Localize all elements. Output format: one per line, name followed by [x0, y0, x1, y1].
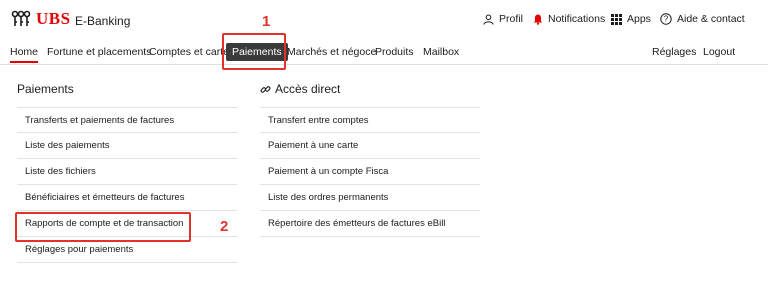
paiements-item-beneficiaires[interactable]: Bénéficiaires et émetteurs de factures — [17, 185, 237, 211]
aide-contact-label: Aide & contact — [677, 13, 745, 25]
main-nav: Home Fortune et placements Comptes et ca… — [0, 42, 768, 65]
svg-text:?: ? — [664, 15, 669, 24]
notifications-label: Notifications — [548, 13, 606, 25]
person-icon — [483, 14, 494, 25]
nav-fortune-placements[interactable]: Fortune et placements — [47, 46, 151, 58]
acces-item-paiement-fisca[interactable]: Paiement à un compte Fisca — [260, 159, 480, 185]
nav-mailbox[interactable]: Mailbox — [423, 46, 459, 58]
paiements-item-liste-fichiers[interactable]: Liste des fichiers — [17, 159, 237, 185]
acces-item-paiement-carte[interactable]: Paiement à une carte — [260, 133, 480, 159]
nav-reglages[interactable]: Réglages — [652, 46, 696, 58]
paiements-item-transferts[interactable]: Transferts et paiements de factures — [17, 107, 237, 133]
highlight-box-rapports — [15, 212, 191, 242]
bell-icon — [533, 14, 543, 25]
acces-item-repertoire-ebill[interactable]: Répertoire des émetteurs de factures eBi… — [260, 211, 480, 237]
aide-contact-link[interactable]: ? Aide & contact — [660, 13, 745, 25]
acces-item-ordres-permanents[interactable]: Liste des ordres permanents — [260, 185, 480, 211]
profil-link[interactable]: Profil — [483, 13, 523, 25]
paiements-item-liste-paiements[interactable]: Liste des paiements — [17, 133, 237, 159]
help-icon: ? — [660, 13, 672, 25]
nav-produits[interactable]: Produits — [375, 46, 414, 58]
nav-home[interactable]: Home — [10, 46, 39, 63]
nav-logout[interactable]: Logout — [703, 46, 735, 58]
acces-item-transfert-comptes[interactable]: Transfert entre comptes — [260, 107, 480, 133]
apps-link[interactable]: Apps — [611, 13, 651, 25]
apps-grid-icon — [611, 13, 622, 25]
brand-name: UBS — [36, 9, 71, 28]
link-icon — [260, 86, 271, 94]
ubs-keys-icon — [11, 10, 31, 26]
ubs-logo[interactable]: UBS — [10, 9, 71, 29]
nav-marches-negoce[interactable]: Marchés et négoce — [287, 46, 376, 58]
top-bar: UBS E-Banking Profil Notifications Apps … — [0, 0, 768, 40]
highlight-box-paiements — [222, 33, 286, 70]
acces-direct-list: Transfert entre comptes Paiement à une c… — [260, 107, 480, 237]
step-1-label: 1 — [262, 13, 271, 30]
step-2-label: 2 — [220, 218, 229, 235]
app-name: E-Banking — [75, 14, 131, 28]
profil-label: Profil — [499, 13, 523, 25]
acces-direct-title: Accès direct — [260, 82, 340, 96]
notifications-link[interactable]: Notifications — [533, 13, 605, 25]
paiements-section-title: Paiements — [17, 82, 74, 96]
apps-label: Apps — [627, 13, 651, 25]
acces-direct-label: Accès direct — [275, 82, 341, 96]
